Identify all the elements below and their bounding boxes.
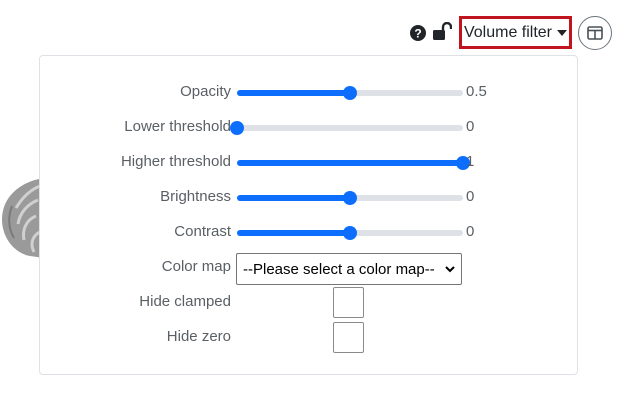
lower-threshold-slider-thumb[interactable] [230, 121, 244, 135]
opacity-slider[interactable] [237, 86, 463, 100]
color-map-select[interactable]: --Please select a color map-- [236, 253, 462, 285]
contrast-row: Contrast 0 [40, 220, 577, 246]
layout-toggle-button[interactable] [578, 16, 612, 50]
volume-filter-button[interactable]: Volume filter [459, 16, 572, 49]
higher-threshold-label: Higher threshold [120, 153, 231, 170]
lower-threshold-value: 0 [466, 118, 475, 135]
hide-clamped-row: Hide clamped [40, 287, 577, 318]
opacity-row: Opacity 0.5 [40, 80, 577, 106]
hide-clamped-checkbox[interactable] [333, 287, 364, 318]
color-map-selected-value: --Please select a color map-- [243, 260, 435, 278]
hide-zero-label: Hide zero [166, 328, 231, 345]
contrast-slider-thumb[interactable] [343, 226, 357, 240]
higher-threshold-value: 1 [466, 153, 475, 170]
hide-zero-row: Hide zero [40, 322, 577, 353]
hide-clamped-label: Hide clamped [139, 293, 231, 310]
opacity-value: 0.5 [466, 83, 487, 100]
contrast-value: 0 [466, 223, 475, 240]
lower-threshold-label: Lower threshold [124, 118, 231, 135]
higher-threshold-slider[interactable] [237, 156, 470, 170]
brightness-label: Brightness [160, 188, 231, 205]
brightness-row: Brightness 0 [40, 185, 577, 211]
opacity-label: Opacity [180, 83, 231, 100]
volume-filter-panel: Opacity 0.5 Lower threshold 0 Higher thr… [39, 55, 578, 375]
question-circle-icon[interactable]: ? [410, 25, 426, 41]
color-map-label: Color map [161, 258, 231, 275]
split-columns-icon [587, 26, 603, 40]
svg-text:?: ? [414, 27, 421, 41]
lower-threshold-row: Lower threshold 0 [40, 115, 577, 141]
brightness-value: 0 [466, 188, 475, 205]
unlocked-lock-icon[interactable] [432, 22, 452, 42]
higher-threshold-row: Higher threshold 1 [40, 150, 577, 176]
chevron-down-icon [445, 266, 455, 273]
color-map-row: Color map --Please select a color map-- [40, 253, 577, 285]
lower-threshold-slider[interactable] [230, 121, 463, 135]
volume-filter-label: Volume filter [463, 23, 553, 41]
opacity-slider-thumb[interactable] [343, 86, 357, 100]
contrast-slider[interactable] [237, 226, 463, 240]
contrast-label: Contrast [174, 223, 231, 240]
brightness-slider-thumb[interactable] [343, 191, 357, 205]
brain-slice-image [2, 178, 44, 258]
hide-zero-checkbox[interactable] [333, 322, 364, 353]
brightness-slider[interactable] [237, 191, 463, 205]
caret-down-icon [557, 30, 568, 36]
